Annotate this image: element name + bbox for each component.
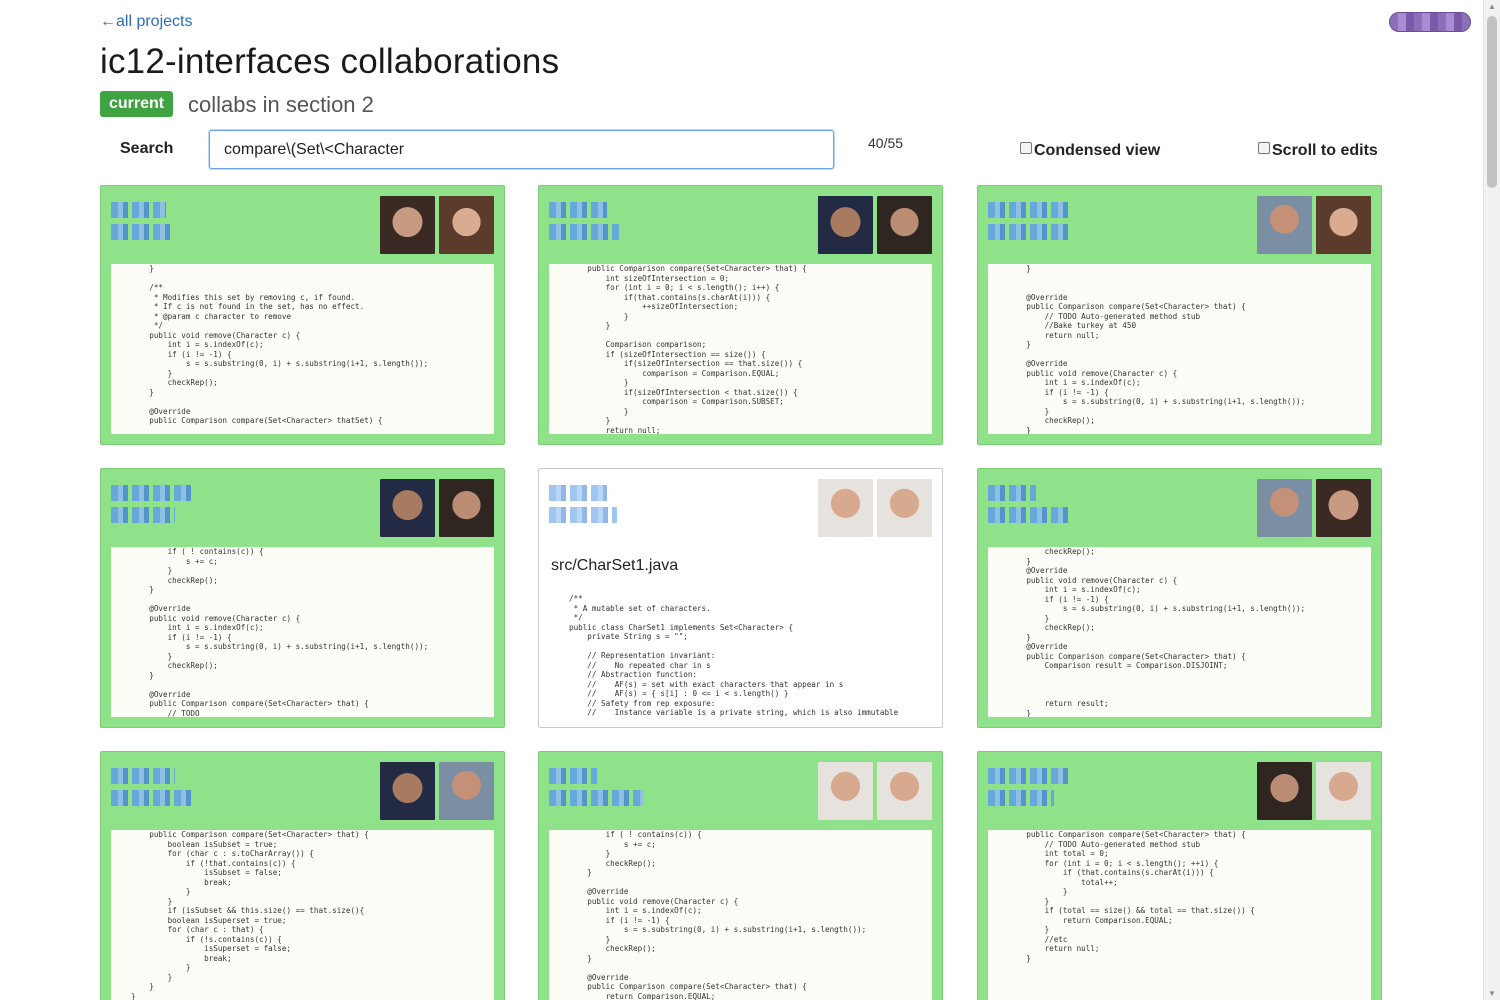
scroll-thumb[interactable]: [1487, 16, 1497, 188]
scroll-to-edits-label: Scroll to edits: [1272, 142, 1378, 159]
collaborator-avatars: [1257, 762, 1371, 820]
scroll-down-icon[interactable]: ▼: [1488, 989, 1496, 998]
collab-card[interactable]: } /** * Modifies this set by removing c,…: [100, 185, 505, 445]
avatar: [877, 762, 932, 820]
file-title: src/CharSet1.java: [551, 557, 679, 574]
avatar: [380, 762, 435, 820]
code-snippet: } @Override public Comparison compare(Se…: [988, 264, 1371, 434]
condensed-view-checkbox[interactable]: [1020, 142, 1032, 154]
avatar: [1316, 479, 1371, 537]
collaborator-avatars: [818, 479, 932, 537]
collab-card[interactable]: if ( ! contains(c)) { s += c; } checkRep…: [100, 468, 505, 728]
collab-card[interactable]: src/CharSet1.java /** * A mutable set of…: [538, 468, 943, 728]
page-scrollbar[interactable]: ▲ ▼: [1483, 0, 1500, 1000]
page-title: ic12-interfaces collaborations: [100, 42, 560, 81]
code-snippet: public Comparison compare(Set<Character>…: [549, 264, 932, 434]
collaborator-names: [988, 202, 1072, 246]
search-label: Search: [120, 140, 174, 157]
collaborator-avatars: [380, 762, 494, 820]
avatar: [1316, 196, 1371, 254]
collaborator-avatars: [818, 762, 932, 820]
code-snippet: } /** * Modifies this set by removing c,…: [111, 264, 494, 434]
avatar: [1316, 762, 1371, 820]
avatar: [818, 196, 873, 254]
scroll-up-icon[interactable]: ▲: [1488, 2, 1496, 11]
avatar: [439, 762, 494, 820]
collab-card[interactable]: if ( ! contains(c)) { s += c; } checkRep…: [538, 751, 943, 1000]
avatar: [1257, 479, 1312, 537]
code-snippet: if ( ! contains(c)) { s += c; } checkRep…: [549, 830, 932, 1000]
page-subtitle: collabs in section 2: [188, 92, 374, 117]
code-snippet: public Comparison compare(Set<Character>…: [988, 830, 1371, 1000]
scroll-to-edits-checkbox[interactable]: [1258, 142, 1270, 154]
collaborator-names: [111, 485, 191, 529]
avatar: [1257, 196, 1312, 254]
collaborator-names: [988, 768, 1072, 812]
avatar: [877, 196, 932, 254]
collab-card[interactable]: public Comparison compare(Set<Character>…: [977, 751, 1382, 1000]
collab-card[interactable]: public Comparison compare(Set<Character>…: [538, 185, 943, 445]
avatar: [439, 479, 494, 537]
collaborator-avatars: [1257, 479, 1371, 537]
collaborator-names: [549, 485, 617, 529]
status-badge: current: [100, 91, 174, 117]
code-snippet: /** * A mutable set of characters. */ pu…: [549, 594, 932, 717]
collab-card[interactable]: checkRep(); } @Override public void remo…: [977, 468, 1382, 728]
avatar: [380, 196, 435, 254]
collaborator-avatars: [380, 196, 494, 254]
condensed-view-toggle[interactable]: Condensed view: [1020, 142, 1160, 160]
search-input[interactable]: [209, 130, 834, 169]
collaborator-names: [549, 768, 643, 812]
avatar: [877, 479, 932, 537]
avatar: [818, 762, 873, 820]
code-snippet: checkRep(); } @Override public void remo…: [988, 547, 1371, 717]
avatar: [380, 479, 435, 537]
result-count: 40/55: [868, 135, 904, 151]
collab-card[interactable]: } @Override public Comparison compare(Se…: [977, 185, 1382, 445]
collaborator-names: [111, 768, 191, 812]
collaborator-avatars: [818, 196, 932, 254]
user-badge[interactable]: [1389, 12, 1471, 32]
code-snippet: public Comparison compare(Set<Character>…: [111, 830, 494, 1000]
avatar: [439, 196, 494, 254]
collab-card[interactable]: public Comparison compare(Set<Character>…: [100, 751, 505, 1000]
code-snippet: if ( ! contains(c)) { s += c; } checkRep…: [111, 547, 494, 717]
collaborator-names: [549, 202, 619, 246]
scroll-to-edits-toggle[interactable]: Scroll to edits: [1258, 142, 1378, 160]
collaborator-avatars: [380, 479, 494, 537]
avatar: [1257, 762, 1312, 820]
avatar: [818, 479, 873, 537]
condensed-view-label: Condensed view: [1034, 142, 1161, 159]
collaborator-names: [988, 485, 1072, 529]
collaborator-avatars: [1257, 196, 1371, 254]
all-projects-link[interactable]: ←all projects: [100, 13, 192, 31]
collaborator-names: [111, 202, 171, 246]
